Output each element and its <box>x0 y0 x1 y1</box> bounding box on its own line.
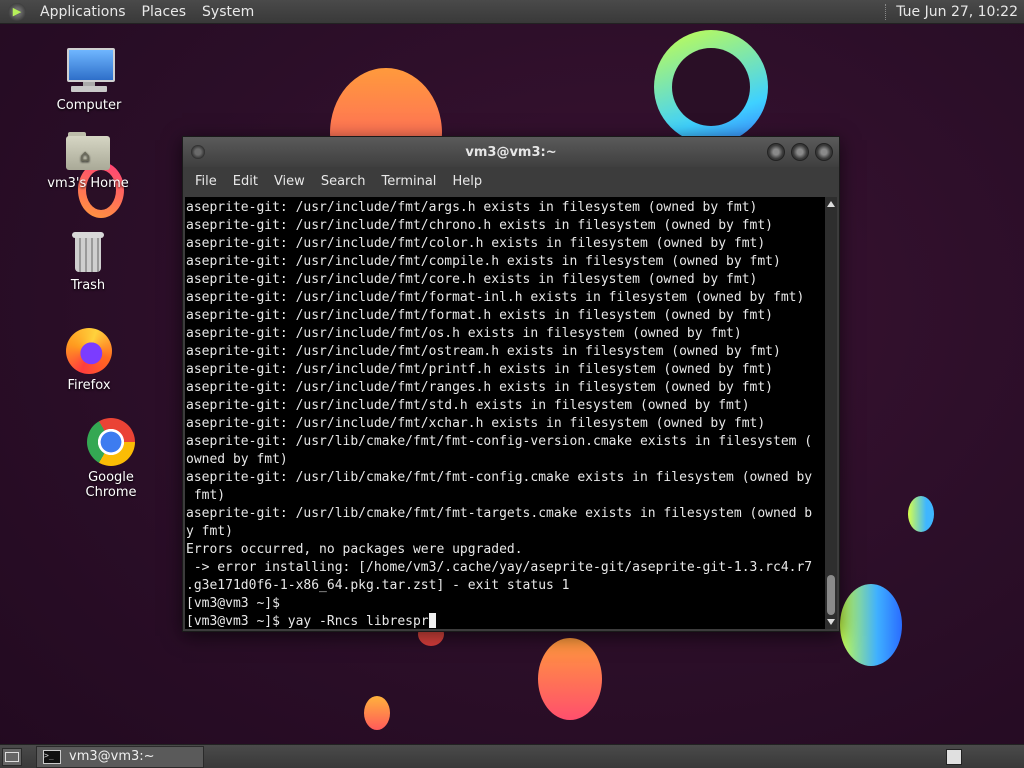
bottom-panel: >_ vm3@vm3:~ <box>0 744 1024 768</box>
desktop-icon-label: Trash <box>70 278 106 293</box>
terminal-line: aseprite-git: /usr/lib/cmake/fmt/fmt-con… <box>186 470 813 485</box>
computer-icon <box>65 46 115 94</box>
desktop-icon-computer[interactable]: Computer <box>39 46 139 113</box>
terminal-line: aseprite-git: /usr/include/fmt/core.h ex… <box>186 272 758 287</box>
menu-terminal[interactable]: Terminal <box>373 174 444 189</box>
workspace-switcher[interactable] <box>946 748 962 765</box>
wallpaper-shape <box>840 584 902 666</box>
scroll-down-icon[interactable] <box>827 619 835 625</box>
text-cursor <box>428 613 436 628</box>
menu-help[interactable]: Help <box>444 174 490 189</box>
terminal-line: aseprite-git: /usr/include/fmt/os.h exis… <box>186 326 742 341</box>
terminal-line: aseprite-git: /usr/include/fmt/std.h exi… <box>186 398 750 413</box>
close-button[interactable] <box>815 143 833 161</box>
scrollbar[interactable] <box>825 197 837 629</box>
places-menu[interactable]: Places <box>134 4 195 20</box>
terminal-line: owned by fmt) <box>186 452 288 467</box>
terminal-line: -> error installing: [/home/vm3/.cache/y… <box>186 560 813 575</box>
terminal-icon: >_ <box>43 749 61 764</box>
menu-edit[interactable]: Edit <box>225 174 266 189</box>
menu-bar: File Edit View Search Terminal Help <box>183 167 839 195</box>
terminal-line: aseprite-git: /usr/include/fmt/ostream.h… <box>186 344 781 359</box>
terminal-line: [vm3@vm3 ~]$ <box>186 596 280 611</box>
desktop-icon-home[interactable]: ⌂ vm3's Home <box>38 130 138 191</box>
terminal-line: aseprite-git: /usr/include/fmt/compile.h… <box>186 254 781 269</box>
title-bar[interactable]: vm3@vm3:~ <box>183 137 839 167</box>
desktop-icon-label: Firefox <box>67 378 111 393</box>
applications-menu[interactable]: Applications <box>32 4 134 20</box>
home-folder-icon: ⌂ <box>64 130 112 172</box>
terminal-line: aseprite-git: /usr/include/fmt/format-in… <box>186 290 805 305</box>
terminal-line: aseprite-git: /usr/include/fmt/chrono.h … <box>186 218 773 233</box>
trash-icon <box>68 230 108 274</box>
desktop-icon-label: Google Chrome <box>85 470 137 500</box>
menu-file[interactable]: File <box>187 174 225 189</box>
terminal-line: aseprite-git: /usr/include/fmt/printf.h … <box>186 362 773 377</box>
menu-view[interactable]: View <box>266 174 313 189</box>
wallpaper-shape <box>908 496 934 532</box>
firefox-icon <box>66 328 112 374</box>
desktop-icon-chrome[interactable]: Google Chrome <box>61 418 161 500</box>
scrollbar-thumb[interactable] <box>827 575 835 615</box>
window-title: vm3@vm3:~ <box>465 144 557 160</box>
command-line[interactable]: [vm3@vm3 ~]$ yay -Rncs librespr <box>186 614 429 629</box>
wallpaper-shape <box>654 30 768 144</box>
window-menu-icon[interactable] <box>191 145 205 159</box>
terminal-window[interactable]: vm3@vm3:~ File Edit View Search Terminal… <box>182 136 840 632</box>
terminal-output[interactable]: aseprite-git: /usr/include/fmt/args.h ex… <box>185 197 827 629</box>
desktop-icon-label: vm3's Home <box>47 176 129 191</box>
terminal-line: aseprite-git: /usr/include/fmt/ranges.h … <box>186 380 773 395</box>
system-menu[interactable]: System <box>194 4 262 20</box>
panel-handle <box>885 3 888 20</box>
minimize-button[interactable] <box>767 143 785 161</box>
wallpaper-shape <box>538 638 602 720</box>
desktop-icon-firefox[interactable]: Firefox <box>39 328 139 393</box>
desktop-icon-label: Computer <box>56 98 122 113</box>
top-panel: ▶ Applications Places System Tue Jun 27,… <box>0 0 1024 24</box>
terminal-line: aseprite-git: /usr/include/fmt/format.h … <box>186 308 773 323</box>
menu-logo-icon[interactable]: ▶ <box>8 2 26 21</box>
terminal-line: Errors occurred, no packages were upgrad… <box>186 542 523 557</box>
clock[interactable]: Tue Jun 27, 10:22 <box>896 4 1024 20</box>
maximize-button[interactable] <box>791 143 809 161</box>
taskbar-item-label: vm3@vm3:~ <box>69 749 155 764</box>
wallpaper-shape <box>364 696 390 730</box>
desktop-icon-trash[interactable]: Trash <box>38 230 138 293</box>
terminal-line: aseprite-git: /usr/include/fmt/args.h ex… <box>186 200 758 215</box>
chrome-icon <box>87 418 135 466</box>
terminal-line: .g3e171d0f6-1-x86_64.pkg.tar.zst] - exit… <box>186 578 570 593</box>
terminal-line: aseprite-git: /usr/include/fmt/xchar.h e… <box>186 416 766 431</box>
show-desktop-button[interactable] <box>2 747 22 766</box>
terminal-line: y fmt) <box>186 524 233 539</box>
scroll-up-icon[interactable] <box>827 201 835 207</box>
terminal-line: aseprite-git: /usr/lib/cmake/fmt/fmt-con… <box>186 434 813 449</box>
terminal-line: fmt) <box>186 488 226 503</box>
menu-search[interactable]: Search <box>313 174 374 189</box>
taskbar-item-terminal[interactable]: >_ vm3@vm3:~ <box>36 745 204 768</box>
terminal-line: aseprite-git: /usr/include/fmt/color.h e… <box>186 236 766 251</box>
terminal-line: aseprite-git: /usr/lib/cmake/fmt/fmt-tar… <box>186 506 813 521</box>
